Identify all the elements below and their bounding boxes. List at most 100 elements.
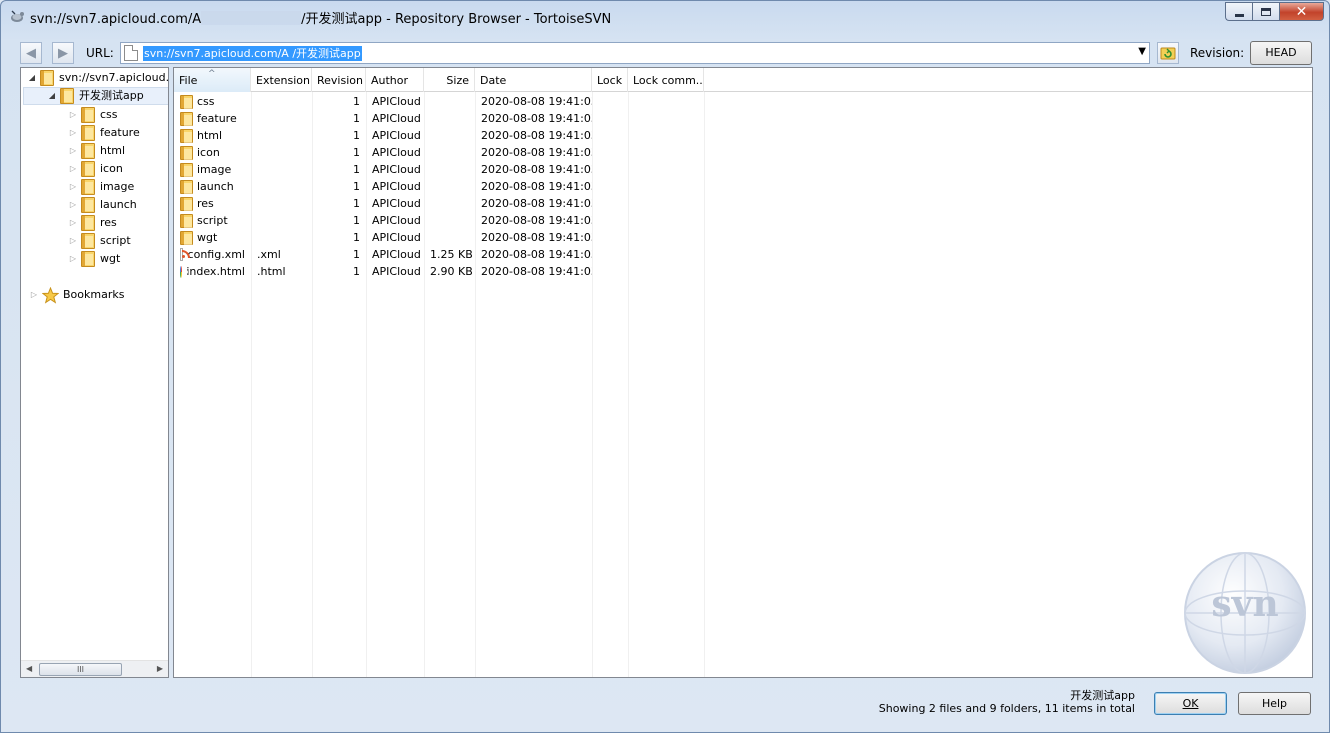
file-list[interactable]: ^ File Extension Revision Author Size Dat… xyxy=(173,67,1313,678)
file-name-cell[interactable]: wgt xyxy=(174,229,251,246)
column-header-file[interactable]: ^ File xyxy=(174,68,251,92)
tree-item-image[interactable]: ▷ image xyxy=(68,178,134,196)
table-row[interactable]: res 1 APICloud 2020-08-08 19:41:03 xyxy=(174,195,704,212)
table-row[interactable]: script 1 APICloud 2020-08-08 19:41:03 xyxy=(174,212,704,229)
expanded-arrow-icon[interactable]: ◢ xyxy=(47,87,57,105)
file-name: script xyxy=(197,214,228,227)
column-header-lock-comment[interactable]: Lock comm... xyxy=(628,68,704,92)
scroll-left-icon[interactable]: ◀ xyxy=(26,664,32,673)
tree-item-label: image xyxy=(100,180,135,193)
list-header: ^ File Extension Revision Author Size Dat… xyxy=(174,68,1312,92)
table-row[interactable]: config.xml .xml 1 APICloud 1.25 KB 2020-08-08… xyxy=(174,246,704,263)
column-header-extension[interactable]: Extension xyxy=(251,68,312,92)
scroll-thumb[interactable]: III xyxy=(39,663,122,676)
folder-icon xyxy=(180,230,193,245)
file-name-cell[interactable]: res xyxy=(174,195,251,212)
folder-icon xyxy=(81,197,95,213)
collapsed-arrow-icon[interactable]: ▷ xyxy=(68,106,78,124)
repository-tree[interactable]: ◢ svn://svn7.apicloud.c ◢ 开发测试app ▷ css ▷… xyxy=(20,67,169,678)
table-row[interactable]: feature 1 APICloud 2020-08-08 19:41:03 xyxy=(174,110,704,127)
file-name-cell[interactable]: index.html xyxy=(174,263,251,280)
table-row[interactable]: index.html .html 1 APICloud 2.90 KB 2020-08-0… xyxy=(174,263,704,280)
table-row[interactable]: wgt 1 APICloud 2020-08-08 19:41:03 xyxy=(174,229,704,246)
collapsed-arrow-icon[interactable]: ▷ xyxy=(29,286,39,304)
author-cell: APICloud xyxy=(372,95,421,108)
collapsed-arrow-icon[interactable]: ▷ xyxy=(68,178,78,196)
collapsed-arrow-icon[interactable]: ▷ xyxy=(68,124,78,142)
collapsed-arrow-icon[interactable]: ▷ xyxy=(68,160,78,178)
table-row[interactable]: launch 1 APICloud 2020-08-08 19:41:03 xyxy=(174,178,704,195)
file-name-cell[interactable]: icon xyxy=(174,144,251,161)
author-cell: APICloud xyxy=(372,180,421,193)
collapsed-arrow-icon[interactable]: ▷ xyxy=(68,232,78,250)
scroll-right-icon[interactable]: ▶ xyxy=(157,664,163,673)
revision-cell: 1 xyxy=(353,146,360,159)
column-header-date[interactable]: Date xyxy=(475,68,592,92)
minimize-icon xyxy=(1234,13,1244,17)
collapsed-arrow-icon[interactable]: ▷ xyxy=(68,142,78,160)
file-name-cell[interactable]: feature xyxy=(174,110,251,127)
tree-root-node[interactable]: ◢ svn://svn7.apicloud.c xyxy=(27,69,169,87)
revision-cell: 1 xyxy=(353,180,360,193)
file-name-cell[interactable]: css xyxy=(174,93,251,110)
ok-button[interactable]: OK xyxy=(1154,692,1227,715)
collapsed-arrow-icon[interactable]: ▷ xyxy=(68,214,78,232)
file-name: config.xml xyxy=(187,248,245,261)
date-cell: 2020-08-08 19:41:03 xyxy=(481,129,592,142)
tree-item-icon[interactable]: ▷ icon xyxy=(68,160,123,178)
title-bar[interactable]: svn://svn7.apicloud.com/A/开发测试app - Repo… xyxy=(1,1,1329,33)
tree-selected-node[interactable]: ◢ 开发测试app xyxy=(23,87,168,105)
refresh-button[interactable] xyxy=(1157,42,1179,64)
file-name-cell[interactable]: config.xml xyxy=(174,246,251,263)
file-name-cell[interactable]: script xyxy=(174,212,251,229)
column-header-size[interactable]: Size xyxy=(424,68,475,92)
tree-item-css[interactable]: ▷ css xyxy=(68,106,118,124)
revision-head-button[interactable]: HEAD xyxy=(1250,41,1312,65)
table-row[interactable]: image 1 APICloud 2020-08-08 19:41:03 xyxy=(174,161,704,178)
tree-item-label: icon xyxy=(100,162,123,175)
tree-item-script[interactable]: ▷ script xyxy=(68,232,131,250)
help-button[interactable]: Help xyxy=(1238,692,1311,715)
collapsed-arrow-icon[interactable]: ▷ xyxy=(68,250,78,268)
back-button[interactable]: ◀ xyxy=(20,42,42,64)
maximize-button[interactable] xyxy=(1252,2,1279,21)
tree-item-feature[interactable]: ▷ feature xyxy=(68,124,140,142)
size-cell xyxy=(424,195,475,212)
expanded-arrow-icon[interactable]: ◢ xyxy=(27,69,37,87)
revision-cell: 1 xyxy=(353,248,360,261)
file-name: css xyxy=(197,95,215,108)
folder-icon xyxy=(180,145,193,160)
tree-selected-label: 开发测试app xyxy=(79,89,144,102)
close-button[interactable]: ✕ xyxy=(1279,2,1324,21)
column-header-lock[interactable]: Lock xyxy=(592,68,628,92)
minimize-button[interactable] xyxy=(1225,2,1252,21)
tree-bookmarks-node[interactable]: ▷ Bookmarks xyxy=(29,286,124,304)
back-arrow-icon: ◀ xyxy=(26,45,36,61)
author-cell: APICloud xyxy=(372,197,421,210)
size-cell xyxy=(424,110,475,127)
table-row[interactable]: icon 1 APICloud 2020-08-08 19:41:03 xyxy=(174,144,704,161)
tree-item-res[interactable]: ▷ res xyxy=(68,214,117,232)
file-name-cell[interactable]: image xyxy=(174,161,251,178)
tree-root-label: svn://svn7.apicloud.c xyxy=(59,71,169,84)
table-row[interactable]: css 1 APICloud 2020-08-08 19:41:03 xyxy=(174,93,704,110)
tree-horizontal-scrollbar[interactable]: ◀ III ▶ xyxy=(21,660,168,677)
column-header-author[interactable]: Author xyxy=(366,68,424,92)
forward-button[interactable]: ▶ xyxy=(52,42,74,64)
collapsed-arrow-icon[interactable]: ▷ xyxy=(68,196,78,214)
column-divider xyxy=(704,92,705,677)
url-combobox[interactable]: svn://svn7.apicloud.com/A /开发测试app ▼ xyxy=(120,42,1150,64)
bookmarks-label: Bookmarks xyxy=(63,288,125,301)
tree-item-html[interactable]: ▷ html xyxy=(68,142,125,160)
table-row[interactable]: html 1 APICloud 2020-08-08 19:41:03 xyxy=(174,127,704,144)
chevron-down-icon[interactable]: ▼ xyxy=(1138,46,1146,57)
revision-cell: 1 xyxy=(353,129,360,142)
column-header-revision[interactable]: Revision xyxy=(312,68,366,92)
ext-cell xyxy=(251,161,312,178)
file-name-cell[interactable]: html xyxy=(174,127,251,144)
tree-item-launch[interactable]: ▷ launch xyxy=(68,196,137,214)
size-cell xyxy=(424,144,475,161)
tree-item-wgt[interactable]: ▷ wgt xyxy=(68,250,120,268)
file-name-cell[interactable]: launch xyxy=(174,178,251,195)
url-input[interactable]: svn://svn7.apicloud.com/A /开发测试app xyxy=(143,46,362,61)
